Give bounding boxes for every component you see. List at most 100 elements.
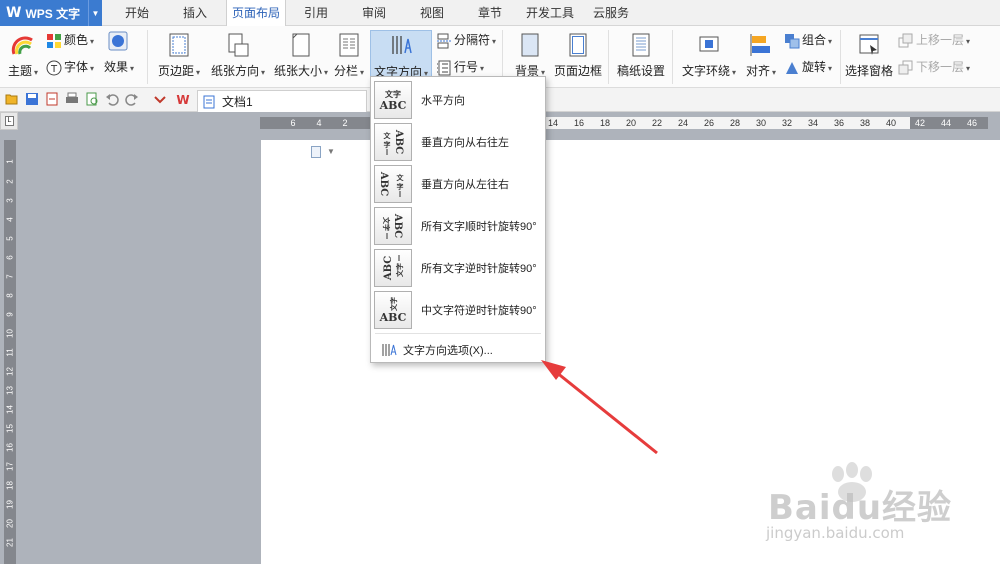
selection-pane-label: 选择窗格 (844, 64, 893, 78)
export-pdf-icon[interactable] (45, 92, 59, 106)
app-menu-button[interactable]: W WPS 文字 ▼ (0, 0, 102, 26)
tab-section[interactable]: 章节 (466, 0, 514, 26)
document-tab-title: 文档1 (222, 95, 253, 109)
effects-icon (108, 31, 128, 51)
menu-item-cjk-rotate-ccw[interactable]: 文字 ABC 中文字符逆时针旋转90° (371, 289, 545, 331)
document-tab[interactable]: 文档1 (197, 90, 367, 112)
menu-item-vertical-rtl[interactable]: ABC 文字 垂直方向从右往左 (371, 121, 545, 163)
effects-button[interactable]: 效果 ▾ (104, 58, 134, 75)
tab-home[interactable]: 开始 (112, 0, 162, 26)
ruler-tick: 6 (5, 255, 15, 260)
menu-item-text-direction-options[interactable]: 文字方向选项(X)... (371, 339, 545, 361)
text-wrap-icon (699, 36, 719, 52)
breaks-button[interactable]: 分隔符 ▾ (436, 31, 496, 49)
theme-button[interactable]: 主题 ▾ (6, 30, 40, 86)
ruler-tick: 42 (914, 118, 926, 128)
app-title: WPS 文字 (25, 6, 81, 21)
svg-text:字: 字 (384, 140, 391, 149)
ruler-tick: 20 (625, 118, 637, 128)
tab-developer[interactable]: 开发工具 (520, 0, 580, 26)
menu-item-horizontal[interactable]: 文字 ABC 水平方向 (371, 79, 545, 121)
separator (840, 30, 841, 84)
text-direction-dropdown: 文字 ABC 水平方向 ABC 文字 垂直方向从右往左 ABC 文字 垂直方向从左往右… (370, 76, 546, 363)
bring-forward-button[interactable]: 上移一层 ▾ (898, 31, 970, 49)
ruler-tick: 15 (5, 424, 15, 433)
document-icon (203, 95, 215, 108)
text-wrap-button[interactable]: 文字环绕 ▾ (678, 30, 740, 86)
wps-home-icon[interactable]: W (176, 92, 190, 106)
tab-stop-icon: L (5, 116, 14, 126)
save-icon[interactable] (25, 92, 39, 106)
ruler-tick: 16 (573, 118, 585, 128)
redo-icon[interactable] (125, 92, 139, 106)
undo-icon[interactable] (105, 92, 119, 106)
tab-page-layout[interactable]: 页面布局 (226, 0, 286, 27)
ruler-corner-tab-selector[interactable]: L (0, 112, 18, 130)
tab-review[interactable]: 审阅 (350, 0, 398, 26)
colors-label: 颜色 (64, 33, 89, 47)
tab-references[interactable]: 引用 (292, 0, 340, 26)
menu-item-label: 中文字符逆时针旋转90° (421, 305, 537, 317)
breaks-label: 分隔符 (454, 33, 491, 47)
svg-text:文: 文 (384, 131, 392, 140)
send-backward-button[interactable]: 下移一层 ▾ (898, 58, 970, 76)
page-break-icon (437, 33, 451, 49)
paper-size-icon (292, 33, 310, 57)
ruler-tick: 4 (316, 118, 322, 128)
tab-cloud[interactable]: 云服务 (586, 0, 636, 26)
orientation-button[interactable]: 纸张方向 ▾ (207, 30, 269, 86)
rotate-button[interactable]: 旋转 ▾ (784, 58, 832, 76)
ruler-tick: 20 (5, 519, 15, 528)
send-backward-label: 下移一层 (916, 60, 965, 74)
print-icon[interactable] (65, 92, 79, 106)
menu-item-rotate-ccw[interactable]: ABC 文字 所有文字逆时针旋转90° (371, 247, 545, 289)
ruler-tick: 36 (833, 118, 845, 128)
chevron-down-icon[interactable]: ▼ (88, 0, 102, 26)
paragraph-marker-icon[interactable] (311, 146, 321, 158)
menu-item-label: 水平方向 (421, 95, 465, 107)
tab-insert[interactable]: 插入 (170, 0, 220, 26)
rotate-ccw-icon: ABC 文字 (374, 249, 412, 287)
manuscript-button[interactable]: 稿纸设置 (614, 30, 668, 86)
open-folder-icon[interactable] (5, 92, 19, 106)
selection-pane-button[interactable]: 选择窗格 (844, 30, 894, 86)
align-button[interactable]: 对齐 ▾ (742, 30, 780, 86)
svg-text:T: T (50, 64, 58, 75)
theme-label: 主题 (7, 64, 32, 78)
tab-view[interactable]: 视图 (408, 0, 456, 26)
svg-text:ABC: ABC (379, 311, 407, 324)
watermark-brand: Baidu经验 (768, 488, 953, 528)
ruler-tick: 7 (5, 274, 15, 279)
ruler-tick: 16 (5, 443, 15, 452)
svg-text:文字: 文字 (382, 217, 391, 231)
manuscript-label: 稿纸设置 (616, 64, 665, 78)
customize-quickbar-icon[interactable] (153, 92, 167, 106)
line-numbers-button[interactable]: 行号 ▾ (436, 58, 484, 76)
ruler-tick: 14 (5, 405, 15, 414)
vertical-ltr-icon: ABC 文字 (374, 165, 412, 203)
group-button[interactable]: 组合 ▾ (784, 31, 832, 49)
menu-item-vertical-ltr[interactable]: ABC 文字 垂直方向从左往右 (371, 163, 545, 205)
line-numbers-label: 行号 (454, 60, 479, 74)
font-button[interactable]: T 字体 ▾ (46, 58, 94, 76)
effects-icon-button[interactable] (108, 31, 130, 51)
print-preview-icon[interactable] (85, 92, 99, 106)
ruler-tick: 3 (5, 198, 15, 203)
paper-size-button[interactable]: 纸张大小 ▾ (270, 30, 332, 86)
selection-pane-icon (859, 34, 879, 55)
ruler-tick: 17 (5, 462, 15, 471)
ruler-tick: 2 (342, 118, 348, 128)
wps-logo-icon: W (6, 5, 22, 21)
chevron-down-icon[interactable]: ▼ (327, 147, 335, 156)
ruler-tick: 13 (5, 386, 15, 395)
columns-button[interactable]: 分栏 ▾ (332, 30, 366, 86)
margins-button[interactable]: 页边距 ▾ (153, 30, 205, 86)
font-label: 字体 (64, 60, 89, 74)
colors-button[interactable]: 颜色 ▾ (46, 31, 94, 49)
ruler-tick: 18 (599, 118, 611, 128)
page-border-button[interactable]: 页面边框 (552, 30, 604, 86)
svg-text:字: 字 (397, 182, 404, 191)
menu-item-rotate-cw[interactable]: ABC 文字 所有文字顺时针旋转90° (371, 205, 545, 247)
vertical-ruler[interactable]: 1 2 3 4 5 6 7 8 9 10 11 12 13 14 15 16 1… (4, 140, 16, 564)
ruler-tick: 44 (940, 118, 952, 128)
